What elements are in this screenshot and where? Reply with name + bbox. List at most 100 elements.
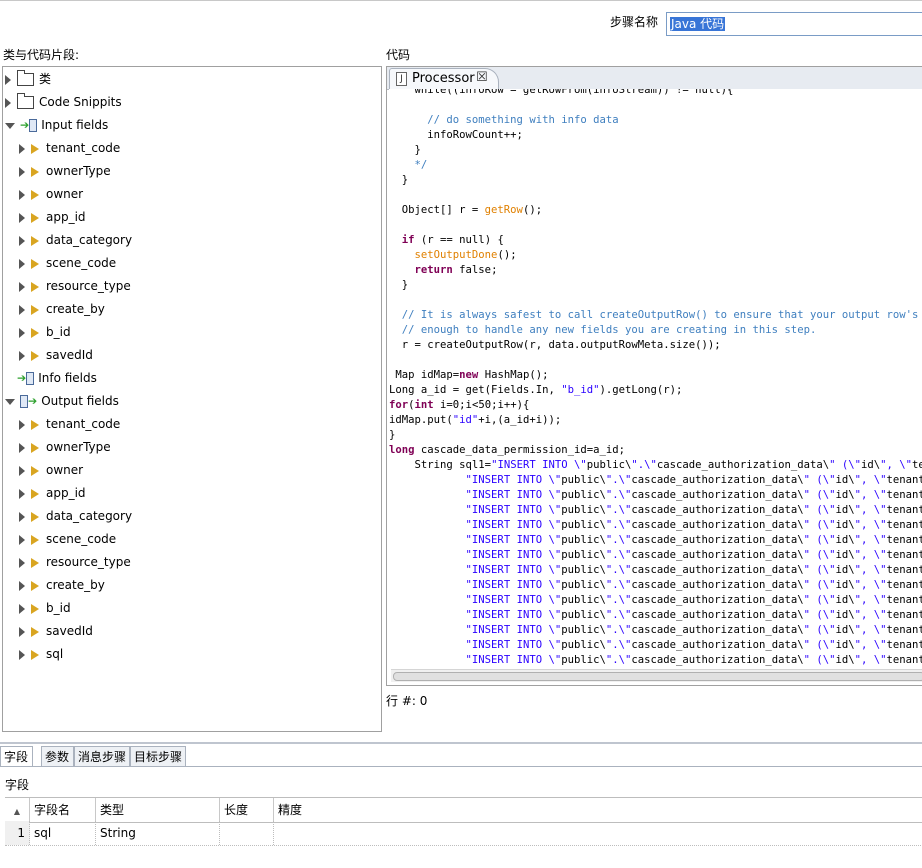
collapsed-arrow-icon[interactable] <box>19 143 25 154</box>
field-icon <box>31 304 39 315</box>
collapsed-arrow-icon[interactable] <box>19 327 25 338</box>
tab-info-steps-label: 消息步骤 <box>78 750 127 764</box>
code-line: Long a_id = get(Fields.In, "b_id").getLo… <box>389 384 683 396</box>
collapsed-arrow-icon[interactable] <box>5 74 11 85</box>
step-name-input[interactable]: Java 代码 <box>666 12 922 36</box>
tree-item-label: tenant_code <box>46 141 121 155</box>
tree-item-output-data-category[interactable]: data_category <box>19 505 132 527</box>
field-icon <box>31 166 39 177</box>
field-icon <box>31 327 39 338</box>
sort-column-header[interactable]: ▲ <box>5 798 30 822</box>
tree-item-output-app-id[interactable]: app_id <box>19 482 86 504</box>
code-line: // enough to handle any new fields you a… <box>389 324 817 336</box>
collapsed-arrow-icon[interactable] <box>5 97 11 108</box>
code-line: String sql1="INSERT INTO \"public\".\"ca… <box>389 459 922 471</box>
processor-tab[interactable]: J Processor ☒ <box>389 68 499 89</box>
tree-item-input-fields[interactable]: ➔ Input fields <box>5 114 108 136</box>
tree-item-info-fields[interactable]: ➔ Info fields <box>5 367 97 389</box>
close-icon[interactable]: ☒ <box>476 70 488 85</box>
collapsed-arrow-icon[interactable] <box>19 649 25 660</box>
tree-item-label: app_id <box>46 210 86 224</box>
tree-item-output-fields[interactable]: ➔ Output fields <box>5 390 119 412</box>
tree-item-input-scene-code[interactable]: scene_code <box>19 252 116 274</box>
tree-item-output-tenant-code[interactable]: tenant_code <box>19 413 120 435</box>
code-line: infoRowCount++; <box>389 129 523 141</box>
tab-fields[interactable]: 字段 <box>0 746 33 766</box>
col-header-type[interactable]: 类型 <box>96 798 220 822</box>
collapsed-arrow-icon[interactable] <box>19 534 25 545</box>
collapsed-arrow-icon[interactable] <box>19 281 25 292</box>
tab-parameters[interactable]: 参数 <box>41 746 74 766</box>
collapsed-arrow-icon[interactable] <box>19 465 25 476</box>
field-icon <box>31 235 39 246</box>
tree-item-output-savedid[interactable]: savedId <box>19 620 93 642</box>
tree-item-input-owner[interactable]: owner <box>19 183 83 205</box>
horizontal-scrollbar[interactable] <box>391 669 922 682</box>
expanded-arrow-icon[interactable] <box>5 398 15 405</box>
col-header-precision[interactable]: 精度 <box>274 798 922 822</box>
step-name-value: Java 代码 <box>670 17 726 31</box>
code-line: setOutputDone(); <box>414 249 517 261</box>
collapsed-arrow-icon[interactable] <box>19 258 25 269</box>
class-snippet-tree[interactable]: 类 Code Snippits ➔ Input fields tenant_code ow… <box>2 66 382 732</box>
cell-length[interactable] <box>220 821 274 845</box>
tree-item-label: resource_type <box>46 279 131 293</box>
collapsed-arrow-icon[interactable] <box>19 304 25 315</box>
tree-item-label: b_id <box>46 325 71 339</box>
tree-item-input-app-id[interactable]: app_id <box>19 206 86 228</box>
tab-info-steps[interactable]: 消息步骤 <box>74 746 130 766</box>
tree-item-input-data-category[interactable]: data_category <box>19 229 132 251</box>
tree-item-output-sql[interactable]: sql <box>19 643 63 665</box>
tree-item-output-ownertype[interactable]: ownerType <box>19 436 111 458</box>
collapsed-arrow-icon[interactable] <box>19 511 25 522</box>
collapsed-arrow-icon[interactable] <box>19 235 25 246</box>
cell-type[interactable]: String <box>96 821 220 845</box>
tree-item-input-create-by[interactable]: create_by <box>19 298 105 320</box>
tree-item-label: Input fields <box>41 118 109 132</box>
tree-item-label: b_id <box>46 601 71 615</box>
code-text-area[interactable]: while((infoRow = getRowFrom(infoStream))… <box>389 89 922 667</box>
collapsed-arrow-icon[interactable] <box>19 603 25 614</box>
tree-item-input-b-id[interactable]: b_id <box>19 321 71 343</box>
tree-item-label: Output fields <box>41 394 119 408</box>
tree-item-output-create-by[interactable]: create_by <box>19 574 105 596</box>
table-row[interactable]: 1 sql String <box>5 821 922 846</box>
processor-tab-label: Processor <box>412 71 475 86</box>
code-line: return false; <box>414 264 498 276</box>
col-header-name[interactable]: 字段名 <box>30 798 96 822</box>
expanded-arrow-icon[interactable] <box>5 122 15 129</box>
cell-precision[interactable] <box>274 821 922 845</box>
tree-item-code-snippits[interactable]: Code Snippits <box>5 91 122 113</box>
tree-item-input-savedid[interactable]: savedId <box>19 344 93 366</box>
tree-item-label: owner <box>46 463 84 477</box>
field-icon <box>31 488 39 499</box>
collapsed-arrow-icon[interactable] <box>19 189 25 200</box>
tree-item-label: sql <box>46 647 64 661</box>
panel-separator[interactable] <box>0 742 922 744</box>
tree-item-output-b-id[interactable]: b_id <box>19 597 71 619</box>
tree-item-label: data_category <box>46 509 133 523</box>
tree-item-label: Info fields <box>38 371 97 385</box>
collapsed-arrow-icon[interactable] <box>19 212 25 223</box>
scrollbar-thumb[interactable] <box>393 672 922 681</box>
cell-name[interactable]: sql <box>30 821 96 845</box>
tab-target-steps[interactable]: 目标步骤 <box>130 746 186 766</box>
tree-item-input-resource-type[interactable]: resource_type <box>19 275 131 297</box>
collapsed-arrow-icon[interactable] <box>19 488 25 499</box>
col-header-length[interactable]: 长度 <box>220 798 274 822</box>
tree-item-classes[interactable]: 类 <box>5 68 51 90</box>
code-line: // do something with info data <box>389 114 619 126</box>
collapsed-arrow-icon[interactable] <box>19 442 25 453</box>
tree-item-output-owner[interactable]: owner <box>19 459 83 481</box>
tree-item-input-ownertype[interactable]: ownerType <box>19 160 111 182</box>
tree-item-input-tenant-code[interactable]: tenant_code <box>19 137 120 159</box>
collapsed-arrow-icon[interactable] <box>19 626 25 637</box>
collapsed-arrow-icon[interactable] <box>19 580 25 591</box>
collapsed-arrow-icon[interactable] <box>19 557 25 568</box>
collapsed-arrow-icon[interactable] <box>19 419 25 430</box>
field-icon <box>31 557 39 568</box>
tree-item-output-scene-code[interactable]: scene_code <box>19 528 116 550</box>
collapsed-arrow-icon[interactable] <box>19 166 25 177</box>
tree-item-output-resource-type[interactable]: resource_type <box>19 551 131 573</box>
collapsed-arrow-icon[interactable] <box>19 350 25 361</box>
